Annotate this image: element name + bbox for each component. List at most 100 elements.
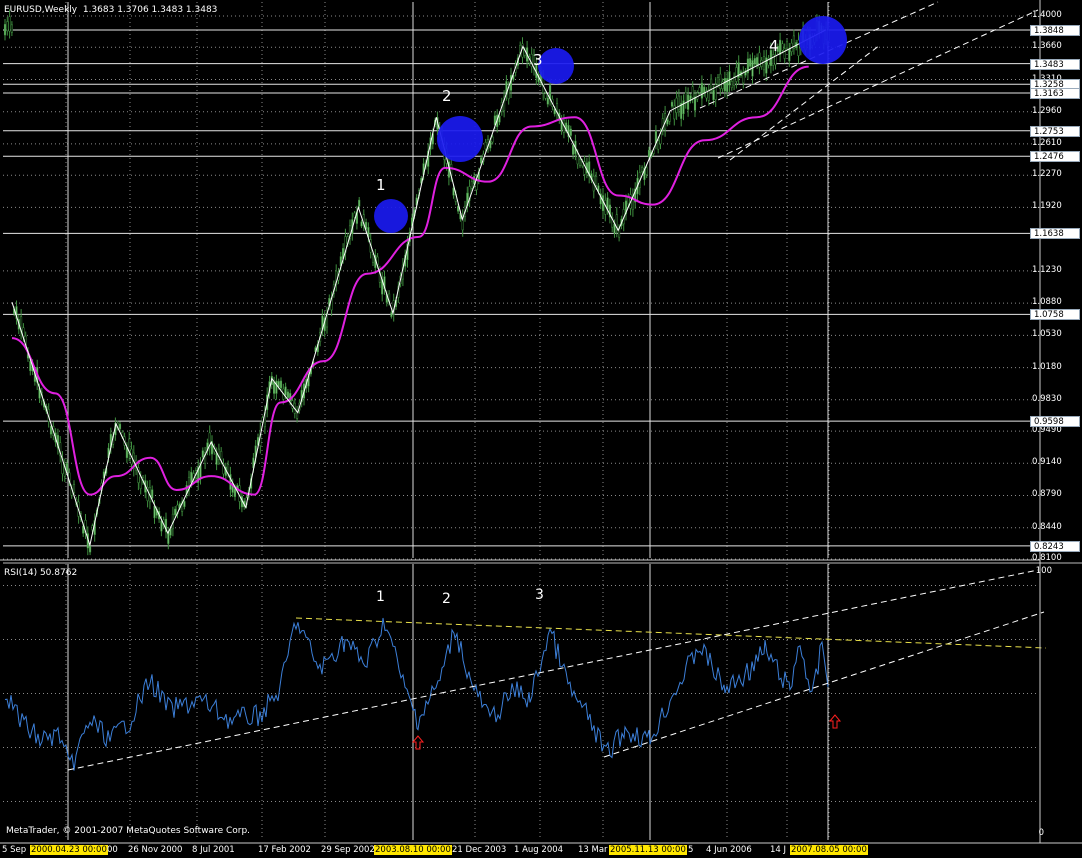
- candle-body: [49, 425, 53, 435]
- price-level-box: 1.3848: [1030, 24, 1080, 36]
- candle-body: [785, 41, 789, 49]
- rsi-resistance-line: [295, 617, 1047, 649]
- time-label: 17 Feb 2002: [258, 845, 311, 855]
- candle-body: [233, 488, 237, 497]
- ohlc-values: 1.3683 1.3706 1.3483 1.3483: [82, 5, 218, 15]
- price-level-lines: [3, 29, 1038, 547]
- candle-body: [29, 361, 32, 371]
- candle-body: [735, 67, 738, 82]
- candle-body: [684, 91, 687, 104]
- candle-body: [139, 476, 142, 489]
- price-level-box: 1.3483: [1030, 58, 1080, 70]
- price-axis-label: 1.2610: [1032, 137, 1062, 148]
- time-label-highlight: 2003.08.10 00:00: [374, 845, 452, 855]
- candle-body: [693, 96, 697, 111]
- candle-body: [273, 382, 276, 394]
- copyright-text: MetaTrader, © 2001-2007 MetaQuotes Softw…: [6, 826, 251, 836]
- candle-body: [72, 484, 76, 494]
- candle-body: [3, 24, 7, 36]
- candle-body: [66, 463, 69, 472]
- symbol-title: EURUSD,Weekly: [4, 5, 78, 15]
- time-label: 26 Nov 2000: [128, 845, 183, 855]
- candle-body: [371, 254, 375, 263]
- time-label: 00: [107, 845, 118, 855]
- candle-body: [595, 176, 598, 186]
- price-candles: [3, 9, 830, 556]
- price-axis-label: 1.1920: [1032, 201, 1062, 212]
- candle-body: [153, 505, 156, 519]
- trend-channel-lines: [699, 1, 1039, 161]
- price-axis-label: 0.9140: [1032, 457, 1062, 468]
- candle-body: [484, 142, 487, 150]
- candle-body: [710, 78, 713, 90]
- candle-body: [783, 48, 786, 59]
- candle-body: [666, 119, 669, 125]
- time-label: 1 Aug 2004: [514, 845, 564, 855]
- candle-body: [174, 508, 177, 516]
- chart-canvas[interactable]: [0, 0, 1082, 858]
- candle-body: [756, 57, 759, 66]
- candle-body: [215, 452, 218, 465]
- rsi-support-line: [67, 569, 1039, 771]
- candle-body: [498, 115, 501, 123]
- time-label-highlight: 2007.08.05 00:00: [790, 845, 868, 855]
- price-axis-label: 0.8100: [1032, 553, 1062, 563]
- rsi-header: RSI(14) 50.8762: [4, 568, 78, 578]
- candle-body: [160, 520, 163, 532]
- candle-body: [723, 77, 726, 92]
- candle-body: [151, 489, 154, 499]
- candle-body: [572, 144, 575, 155]
- candle-body: [668, 114, 671, 122]
- price-axis-label: 1.0530: [1032, 329, 1062, 340]
- candle-body: [277, 381, 280, 388]
- candle-body: [452, 187, 455, 196]
- candle-body: [788, 48, 791, 62]
- rsi-wave-label-2: 2: [442, 591, 451, 607]
- wave-label-4: 4: [769, 37, 779, 55]
- candle-body: [6, 21, 9, 32]
- price-axis-label: 1.0180: [1032, 361, 1062, 372]
- price-level-box: 1.2753: [1030, 125, 1080, 137]
- candle-body: [576, 153, 579, 165]
- wave-top-circle: [437, 116, 483, 162]
- candle-body: [360, 221, 363, 227]
- candle-body: [183, 501, 186, 507]
- candle-body: [169, 528, 172, 536]
- candle-body: [675, 97, 678, 113]
- price-axis-label: 1.2270: [1032, 169, 1062, 180]
- time-label: 13 Mar: [578, 845, 608, 855]
- candle-body: [700, 82, 703, 99]
- candle-body: [480, 157, 483, 164]
- candle-body: [728, 71, 731, 86]
- candle-body: [691, 86, 694, 98]
- price-axis-label: 1.0880: [1032, 297, 1062, 308]
- buy-arrow-icon: [411, 735, 425, 750]
- candle-body: [470, 181, 473, 189]
- price-axis-label: 0.8440: [1032, 521, 1062, 532]
- wave-label-1: 1: [376, 176, 386, 194]
- candle-body: [167, 532, 170, 544]
- candle-body: [353, 212, 356, 218]
- candle-body: [491, 136, 494, 143]
- candle-body: [682, 100, 685, 114]
- candle-body: [10, 24, 13, 33]
- candle-body: [719, 73, 722, 89]
- price-level-box: 1.2476: [1030, 151, 1080, 163]
- wave-top-circle: [374, 199, 408, 233]
- price-level-box: 0.8243: [1030, 540, 1080, 552]
- price-level-box: 0.9598: [1030, 416, 1080, 428]
- candle-body: [190, 471, 193, 483]
- candle-body: [118, 423, 122, 430]
- time-label-highlight: 2005.11.13 00:00: [609, 845, 687, 855]
- candle-body: [358, 199, 361, 207]
- candle-body: [779, 39, 782, 55]
- candle-body: [641, 167, 644, 172]
- symbol-header: EURUSD,Weekly 1.3683 1.3706 1.3483 1.348…: [4, 5, 217, 15]
- candle-body: [677, 95, 680, 110]
- candle-body: [772, 54, 775, 66]
- rsi-axis-0: 0: [1038, 828, 1044, 838]
- price-axis-label: 0.8790: [1032, 489, 1062, 500]
- candle-body: [753, 58, 756, 65]
- price-level-box: 1.3163: [1030, 88, 1080, 100]
- candle-body: [286, 391, 289, 398]
